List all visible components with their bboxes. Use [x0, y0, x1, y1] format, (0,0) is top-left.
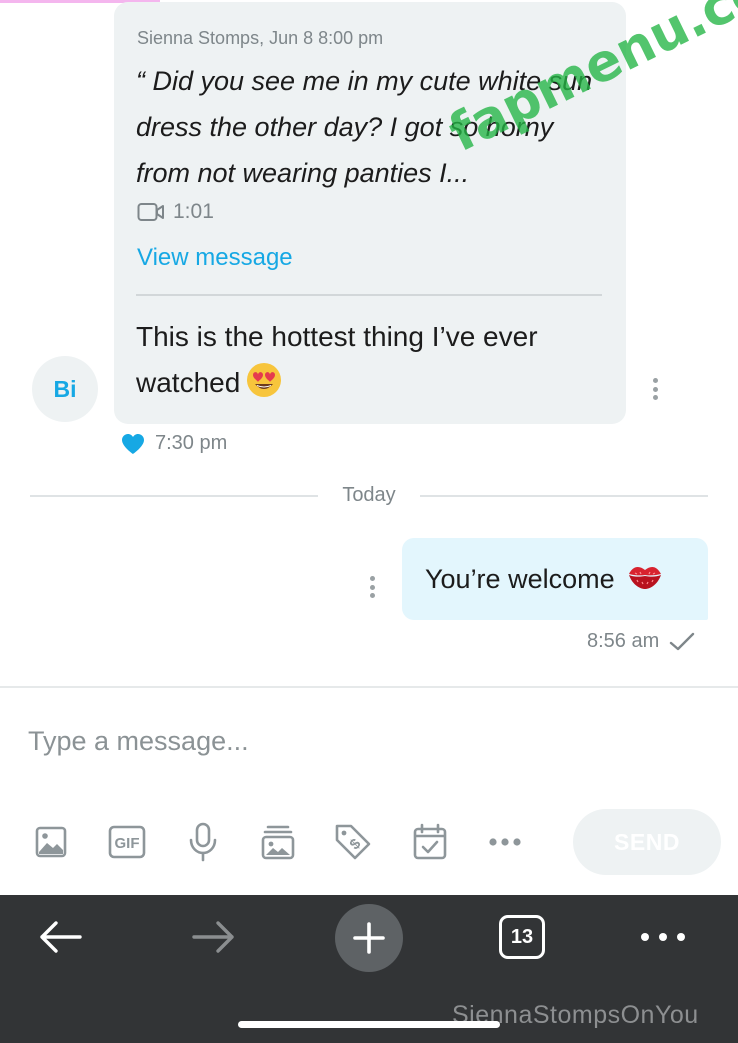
avatar-initials: Bi	[53, 375, 77, 402]
microphone-icon[interactable]	[183, 820, 223, 864]
view-message-link[interactable]: View message	[137, 244, 293, 272]
quoted-message-meta: Sienna Stomps, Jun 8 8:00 pm	[137, 28, 384, 48]
outgoing-message-text: You’re welcome	[425, 563, 615, 594]
outgoing-message-time: 8:56 am	[587, 630, 660, 652]
day-separator: Today	[30, 484, 708, 508]
home-indicator[interactable]	[238, 1021, 500, 1028]
reply-message: This is the hottest thing I’ve ever watc…	[136, 314, 606, 412]
outgoing-message-footer: 8:56 am	[587, 630, 695, 653]
image-icon[interactable]	[31, 820, 71, 864]
incoming-message-bubble: Sienna Stomps, Jun 8 8:00 pm “ Did you s…	[114, 2, 626, 424]
composer-divider	[0, 686, 738, 688]
quoted-message-text: “ Did you see me in my cute white sun dr…	[136, 66, 593, 188]
tab-switcher-button[interactable]: 13	[499, 915, 545, 959]
incoming-message-footer: 7:30 pm	[121, 432, 227, 455]
more-options-icon[interactable]	[485, 820, 525, 864]
incoming-message-options-button[interactable]	[645, 374, 665, 404]
send-button[interactable]: SEND	[573, 809, 721, 875]
vault-media-icon[interactable]	[258, 820, 298, 864]
sent-check-icon	[670, 632, 695, 650]
new-tab-button[interactable]	[335, 904, 403, 972]
gif-icon-label: GIF	[115, 835, 140, 852]
avatar[interactable]: Bi	[32, 356, 98, 422]
bubble-divider	[136, 294, 602, 296]
outgoing-message-bubble: You’re welcome	[402, 538, 708, 620]
heart-eyes-emoji-icon	[246, 362, 282, 412]
back-arrow-icon[interactable]	[36, 915, 84, 959]
schedule-calendar-icon[interactable]	[410, 820, 450, 864]
heart-liked-icon[interactable]	[121, 433, 145, 455]
gif-icon[interactable]: GIF	[107, 820, 147, 864]
video-duration: 1:01	[173, 200, 214, 223]
video-attachment: 1:01	[137, 200, 214, 224]
incoming-message-time: 7:30 pm	[155, 432, 228, 454]
price-tag-icon[interactable]: $	[333, 820, 373, 864]
browser-toolbar: 13 SiennaStompsOnYou	[0, 895, 738, 1043]
new-tab-plus-icon	[353, 922, 385, 954]
message-input[interactable]	[28, 720, 708, 762]
forward-arrow-icon[interactable]	[190, 915, 238, 959]
reply-message-text: This is the hottest thing I’ve ever watc…	[136, 321, 538, 398]
menu-dots-icon[interactable]	[638, 923, 688, 951]
outgoing-message-options-button[interactable]	[362, 572, 382, 602]
video-camera-icon	[137, 203, 164, 221]
kiss-mark-emoji-icon	[627, 562, 663, 597]
